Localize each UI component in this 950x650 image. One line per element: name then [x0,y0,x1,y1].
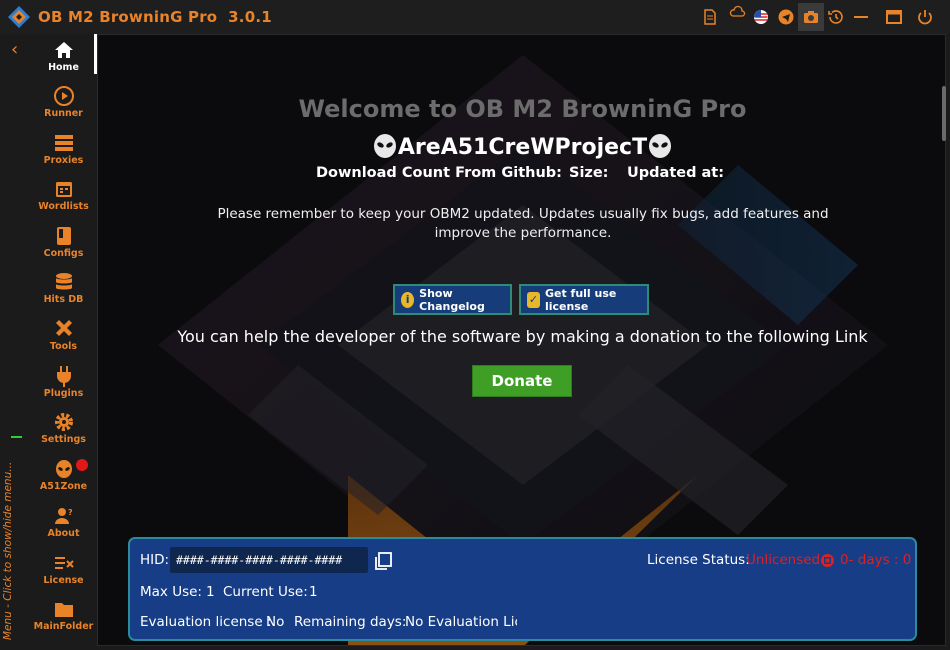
calendar-icon [55,182,72,197]
copy-icon[interactable] [372,550,394,572]
sidebar: ‹ Home Runner Proxies Wordlists Configs … [0,34,97,650]
info-icon: i [401,291,415,308]
svg-text:?: ? [68,508,73,517]
donate-button[interactable]: Donate [472,365,572,397]
sidebar-item-label: Runner [44,108,83,119]
sidebar-item-home[interactable]: Home [30,39,97,85]
crew-name: AreA51CreWProjecT [397,135,648,160]
license-status-label: License Status: [647,552,750,568]
sidebar-item-label: License [43,575,84,586]
sidebar-item-configs[interactable]: Configs [30,225,97,271]
evaluation-license-value: No [266,614,285,630]
history-icon[interactable] [826,7,846,27]
sidebar-item-label: Settings [41,434,86,445]
remaining-days-label: Remaining days: [294,614,407,630]
home-icon [54,42,73,58]
sidebar-item-label: Wordlists [38,201,89,212]
license-icon [54,557,74,569]
current-use-value: 1 [309,584,318,600]
sidebar-item-label: Hits DB [43,294,84,305]
document-icon[interactable] [700,7,720,27]
sidebar-item-label: Proxies [43,155,84,166]
config-icon [56,227,71,245]
show-changelog-label: Show Changelog [419,286,485,313]
sidebar-item-label: Home [48,62,79,73]
sidebar-item-label: Tools [49,341,78,352]
telegram-icon[interactable] [776,7,796,27]
home-panel: Welcome to OB M2 BrowninG Pro AreA51CreW… [97,34,946,646]
updated-at-label: Updated at: [627,165,725,181]
alien-emoji-icon [373,134,396,158]
expired-icon [821,554,834,567]
update-reminder: Please remember to keep your OBM2 update… [217,206,829,241]
get-license-button[interactable]: ✓ Get full use license [519,284,649,315]
donation-text: You can help the developer of the softwa… [177,327,868,346]
maximize-icon[interactable] [884,7,904,27]
sidebar-item-label: About [47,528,80,539]
sidebar-item-label: MainFolder [33,621,94,632]
user-question-icon: ? [54,508,73,524]
hid-label: HID: [140,552,170,568]
crew-title: AreA51CreWProjecT [98,133,945,160]
notification-dot [76,459,88,471]
sidebar-item-tools[interactable]: Tools [30,318,97,364]
alien-emoji-icon [649,134,672,158]
sidebar-item-hits-db[interactable]: Hits DB [30,271,97,317]
sidebar-item-about[interactable]: ? About [30,505,97,551]
sidebar-item-runner[interactable]: Runner [30,85,97,131]
license-status-value: Unlicensed [746,552,821,568]
minimize-icon[interactable] [851,7,871,27]
server-icon [54,135,73,151]
cloud-icon[interactable] [728,3,748,23]
welcome-heading: Welcome to OB M2 BrowninG Pro [298,95,747,123]
scrollbar-thumb[interactable] [942,86,946,141]
max-use-label: Max Use: [140,584,202,600]
license-panel: HID: ####-####-####-####-#### License St… [128,537,917,641]
folder-icon [54,603,73,617]
sidebar-item-label: A51Zone [39,481,88,492]
sidebar-item-label: Plugins [43,388,84,399]
alien-icon [55,460,72,478]
camera-icon[interactable] [798,3,824,31]
show-changelog-button[interactable]: i Show Changelog [393,284,512,315]
us-flag-icon[interactable] [751,7,771,27]
sidebar-item-proxies[interactable]: Proxies [30,132,97,178]
sidebar-item-label: Configs [43,248,84,259]
certificate-icon: ✓ [527,291,540,308]
title-bar: OB M2 BrowninG Pro 3.0.1 [0,0,950,34]
sidebar-item-plugins[interactable]: Plugins [30,365,97,411]
sidebar-item-mainfolder[interactable]: MainFolder [30,598,97,644]
license-days-value: 0- days : 0 [840,552,912,568]
sidebar-item-wordlists[interactable]: Wordlists [30,178,97,224]
play-icon [53,86,74,106]
evaluation-license-label: Evaluation license : [140,614,272,630]
database-icon [55,273,72,290]
sidebar-item-settings[interactable]: Settings [30,411,97,457]
size-label: Size: [569,165,609,181]
tools-icon [55,320,72,336]
current-use-label: Current Use: [223,584,308,600]
sidebar-item-license[interactable]: License [30,552,97,598]
menu-toggle-hint[interactable]: Menu - Click to show/hide menu... [2,462,14,640]
gear-icon [54,413,73,431]
max-use-value: 1 [206,584,215,600]
remaining-days-value: No Evaluation Lice [405,614,517,630]
power-icon[interactable] [915,7,935,27]
app-logo-icon [8,6,30,28]
plug-icon [56,366,71,387]
collapse-sidebar-icon[interactable]: ‹ [11,39,18,60]
menu-toggle-indicator [11,436,22,438]
get-license-label: Get full use license [544,286,617,313]
download-count-label: Download Count From Github: [316,165,562,181]
hid-field[interactable]: ####-####-####-####-#### [170,547,368,573]
app-title: OB M2 BrowninG Pro 3.0.1 [38,8,272,26]
